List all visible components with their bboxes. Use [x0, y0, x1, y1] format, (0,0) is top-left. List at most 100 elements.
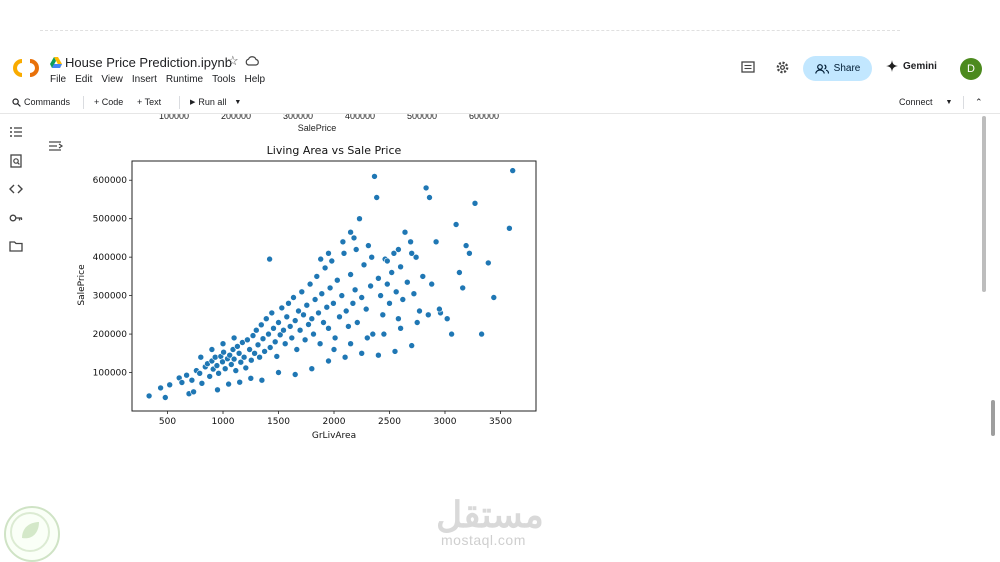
menu-runtime[interactable]: Runtime: [166, 74, 203, 85]
scatter-point: [328, 257, 336, 265]
star-icon[interactable]: ☆: [227, 53, 239, 69]
y-tick-label: 600000: [93, 176, 128, 186]
add-code-button[interactable]: + Code: [94, 97, 123, 107]
y-tick-label: 200000: [93, 330, 128, 340]
code-snippets-icon[interactable]: [9, 182, 23, 196]
scatter-point: [321, 264, 329, 272]
menu-tools[interactable]: Tools: [212, 74, 235, 85]
x-tick-label: 1500: [267, 417, 290, 427]
scatter-point: [419, 273, 427, 280]
chart-title: Living Area vs Sale Price: [267, 144, 402, 157]
add-text-button[interactable]: + Text: [137, 97, 161, 107]
scatter-point: [408, 342, 416, 349]
prev-x-tick: 100000: [158, 114, 190, 121]
scatter-point: [471, 199, 479, 207]
scatter-point: [196, 370, 203, 377]
browser-top-strip: [0, 0, 1000, 44]
scatter-point: [235, 350, 243, 357]
x-tick-label: 1000: [212, 417, 235, 427]
collapse-toolbar-button[interactable]: ⌃: [975, 97, 983, 108]
key-icon[interactable]: [9, 211, 23, 225]
vertical-scrollbar[interactable]: [978, 114, 1000, 442]
share-button[interactable]: Share: [803, 56, 872, 81]
scatter-point: [347, 340, 354, 347]
scatter-point: [338, 292, 346, 299]
gemini-button[interactable]: Gemini: [886, 60, 937, 72]
menu-insert[interactable]: Insert: [132, 74, 157, 85]
scatter-point: [325, 325, 332, 332]
scatter-point: [388, 269, 396, 276]
output-options-icon[interactable]: [48, 139, 64, 153]
scatter-point: [293, 346, 301, 353]
y-tick-label: 400000: [93, 253, 128, 263]
scatter-point: [310, 330, 317, 338]
gear-icon[interactable]: [775, 60, 790, 75]
scatter-point: [285, 300, 292, 307]
scatter-point: [249, 332, 257, 339]
notebook-toolbar: Commands + Code + Text ▶ Run all ▼ Conne…: [0, 92, 1000, 114]
menu-help[interactable]: Help: [244, 74, 265, 85]
commands-button[interactable]: Commands: [12, 97, 70, 107]
scatter-point: [351, 286, 359, 294]
scatter-point: [288, 334, 296, 342]
scatter-point: [371, 173, 378, 180]
scatter-point: [352, 246, 360, 253]
scatter-point: [291, 317, 299, 324]
y-tick-label: 100000: [93, 369, 128, 379]
scatter-point: [360, 261, 368, 269]
left-sidebar: [0, 114, 31, 442]
scatter-point: [426, 194, 433, 201]
menu-file[interactable]: File: [50, 74, 66, 85]
scatter-point: [211, 353, 219, 361]
scatter-point: [341, 353, 349, 361]
x-tick-label: 3000: [434, 417, 457, 427]
connect-button[interactable]: Connect ▼: [899, 97, 952, 107]
watermark-arabic: مستقل: [436, 494, 544, 535]
ticks-layer: 500 1000 1500 2000 2500 3000 3500 100000 200000 3…: [93, 176, 513, 427]
drive-icon[interactable]: [50, 57, 62, 68]
scatter-point: [484, 259, 492, 267]
table-of-contents-icon[interactable]: [9, 125, 23, 139]
comment-icon[interactable]: [741, 61, 755, 75]
leaf-icon: [10, 512, 50, 552]
scatter-point: [339, 238, 347, 246]
scroll-thumb[interactable]: [982, 116, 986, 292]
add-code-label: + Code: [94, 97, 124, 107]
scatter-point: [308, 365, 316, 372]
outer-scroll-thumb[interactable]: [991, 400, 995, 436]
scatter-point: [190, 388, 197, 396]
chevron-down-icon[interactable]: ▼: [946, 99, 953, 106]
scatter-point: [377, 292, 384, 299]
scatter-point: [266, 344, 274, 351]
menu-bar: File Edit View Insert Runtime Tools Help: [50, 74, 265, 85]
scatter-point: [395, 315, 402, 322]
menu-edit[interactable]: Edit: [75, 74, 92, 85]
scatter-point: [392, 288, 400, 296]
scatter-point: [318, 290, 326, 297]
scatter-point: [424, 311, 432, 319]
scatter-point: [306, 280, 314, 288]
notebook-title[interactable]: House Price Prediction.ipynb: [65, 55, 232, 70]
scatter-point: [258, 376, 266, 384]
run-all-button[interactable]: ▶ Run all ▼: [190, 97, 241, 107]
people-icon: [814, 63, 829, 74]
scatter-point: [313, 273, 321, 280]
avatar[interactable]: D: [960, 58, 982, 80]
chevron-down-icon[interactable]: ▼: [234, 99, 241, 106]
x-tick-label: 500: [159, 417, 176, 427]
scatter-point: [247, 375, 255, 382]
scatter-point: [375, 275, 382, 282]
scatter-point: [263, 315, 270, 322]
scatter-point: [206, 373, 213, 380]
scatter-point: [305, 321, 312, 328]
scatter-point: [443, 315, 451, 322]
scatter-point: [291, 371, 299, 378]
menu-view[interactable]: View: [101, 74, 123, 85]
folder-icon[interactable]: [9, 239, 23, 253]
scatter-point: [342, 307, 350, 315]
find-icon[interactable]: [9, 154, 23, 168]
scatter-point: [506, 225, 513, 232]
scatter-point: [162, 394, 169, 401]
scatter-point: [296, 326, 304, 334]
scatter-point: [308, 315, 316, 322]
